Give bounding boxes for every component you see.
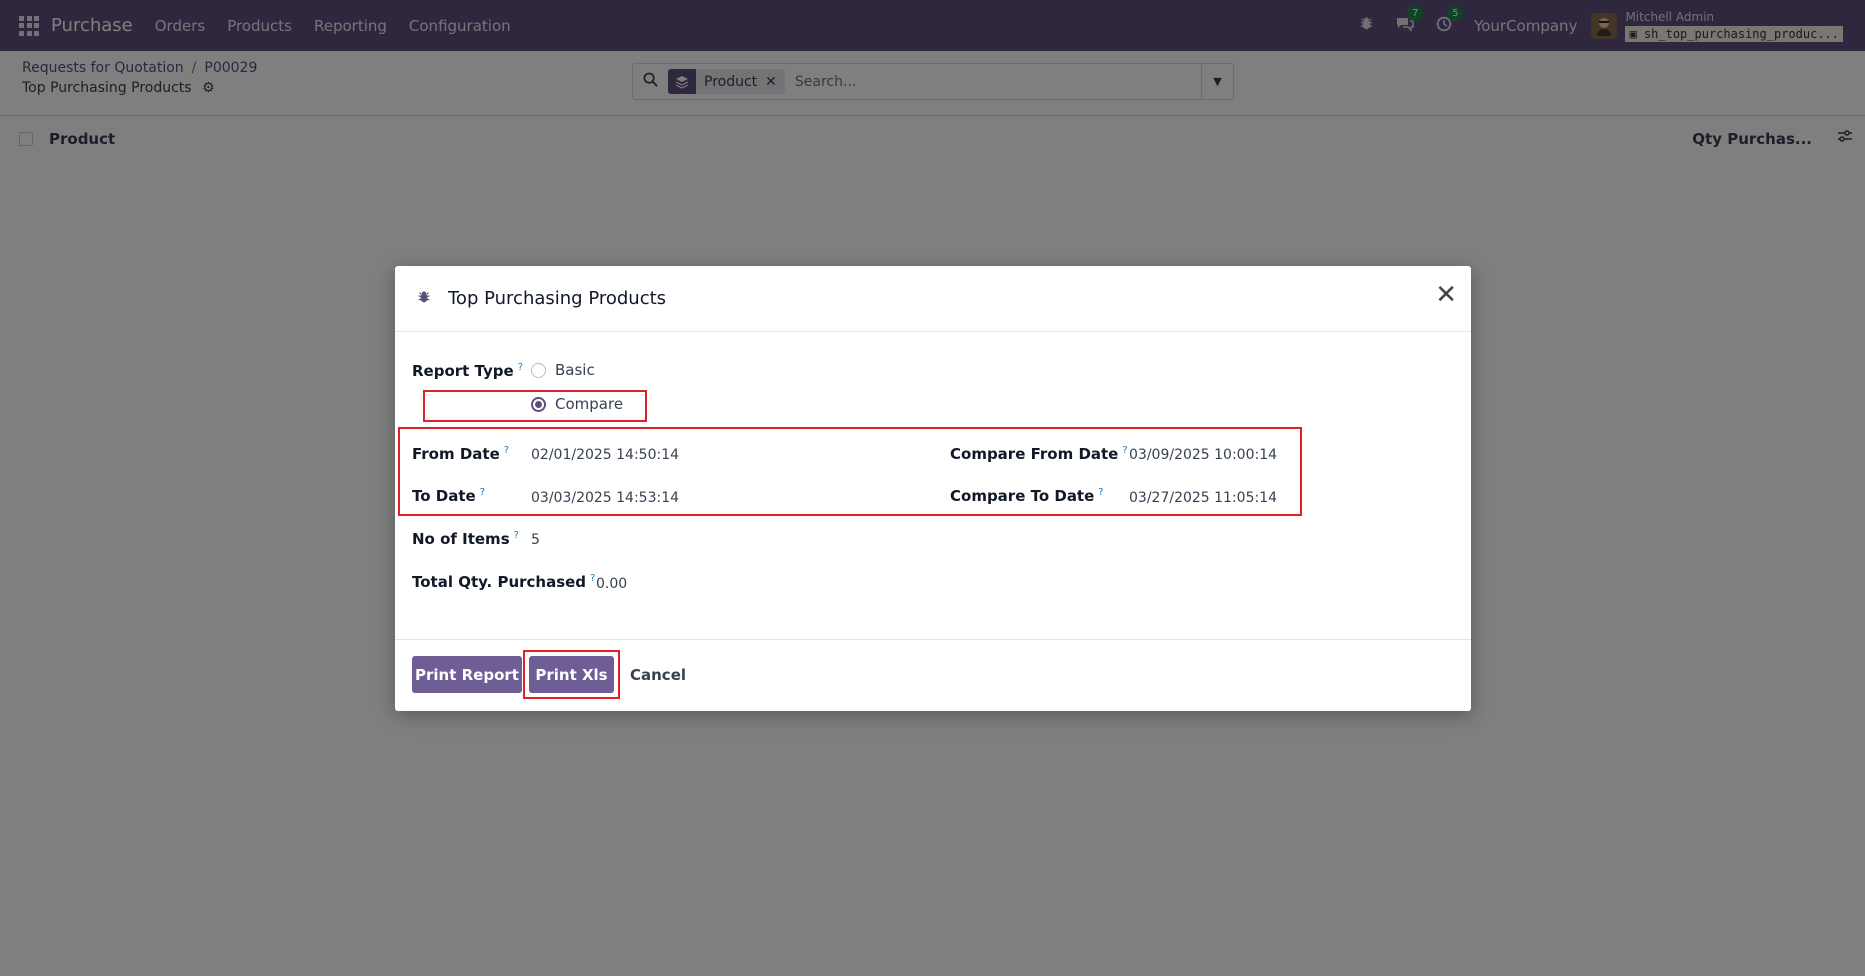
- from-date-value[interactable]: 02/01/2025 14:50:14: [531, 447, 679, 463]
- report-type-label: Report Type?: [412, 362, 523, 380]
- compare-to-date-label: Compare To Date?: [950, 487, 1104, 505]
- help-marker[interactable]: ?: [504, 445, 509, 456]
- report-type-label-text: Report Type: [412, 362, 514, 380]
- to-date-label: To Date?: [412, 487, 485, 505]
- no-of-items-value[interactable]: 5: [531, 532, 540, 548]
- help-marker[interactable]: ?: [1122, 445, 1127, 456]
- from-date-label: From Date?: [412, 445, 509, 463]
- radio-basic-circle[interactable]: [531, 362, 546, 378]
- total-qty-label: Total Qty. Purchased?: [412, 573, 595, 591]
- highlight-print-xls: [523, 650, 620, 699]
- bug-icon: [417, 290, 431, 308]
- help-marker[interactable]: ?: [1098, 487, 1103, 498]
- cancel-button[interactable]: Cancel: [630, 656, 686, 693]
- help-marker[interactable]: ?: [590, 573, 595, 584]
- to-date-label-text: To Date: [412, 487, 476, 505]
- help-marker[interactable]: ?: [480, 487, 485, 498]
- dialog-header: Top Purchasing Products ✕: [395, 266, 1471, 332]
- radio-basic[interactable]: Basic: [531, 361, 595, 379]
- total-qty-label-text: Total Qty. Purchased: [412, 573, 587, 591]
- from-date-label-text: From Date: [412, 445, 500, 463]
- print-report-button[interactable]: Print Report: [412, 656, 522, 693]
- radio-basic-label: Basic: [555, 361, 595, 379]
- compare-to-date-label-text: Compare To Date: [950, 487, 1095, 505]
- total-qty-value: 0.00: [596, 576, 628, 592]
- compare-from-date-value[interactable]: 03/09/2025 10:00:14: [1129, 447, 1277, 463]
- close-icon[interactable]: ✕: [1435, 282, 1457, 308]
- no-of-items-label-text: No of Items: [412, 530, 510, 548]
- compare-from-date-label: Compare From Date?: [950, 445, 1128, 463]
- compare-from-date-label-text: Compare From Date: [950, 445, 1119, 463]
- to-date-value[interactable]: 03/03/2025 14:53:14: [531, 490, 679, 506]
- help-marker[interactable]: ?: [518, 362, 523, 373]
- report-dialog: Top Purchasing Products ✕ Report Type? B…: [395, 266, 1471, 711]
- dialog-title: Top Purchasing Products: [448, 288, 667, 309]
- help-marker[interactable]: ?: [514, 530, 519, 541]
- no-of-items-label: No of Items?: [412, 530, 519, 548]
- dialog-footer: Print Report Print Xls Cancel: [395, 639, 1471, 711]
- compare-to-date-value[interactable]: 03/27/2025 11:05:14: [1129, 490, 1277, 506]
- highlight-compare: [423, 390, 647, 422]
